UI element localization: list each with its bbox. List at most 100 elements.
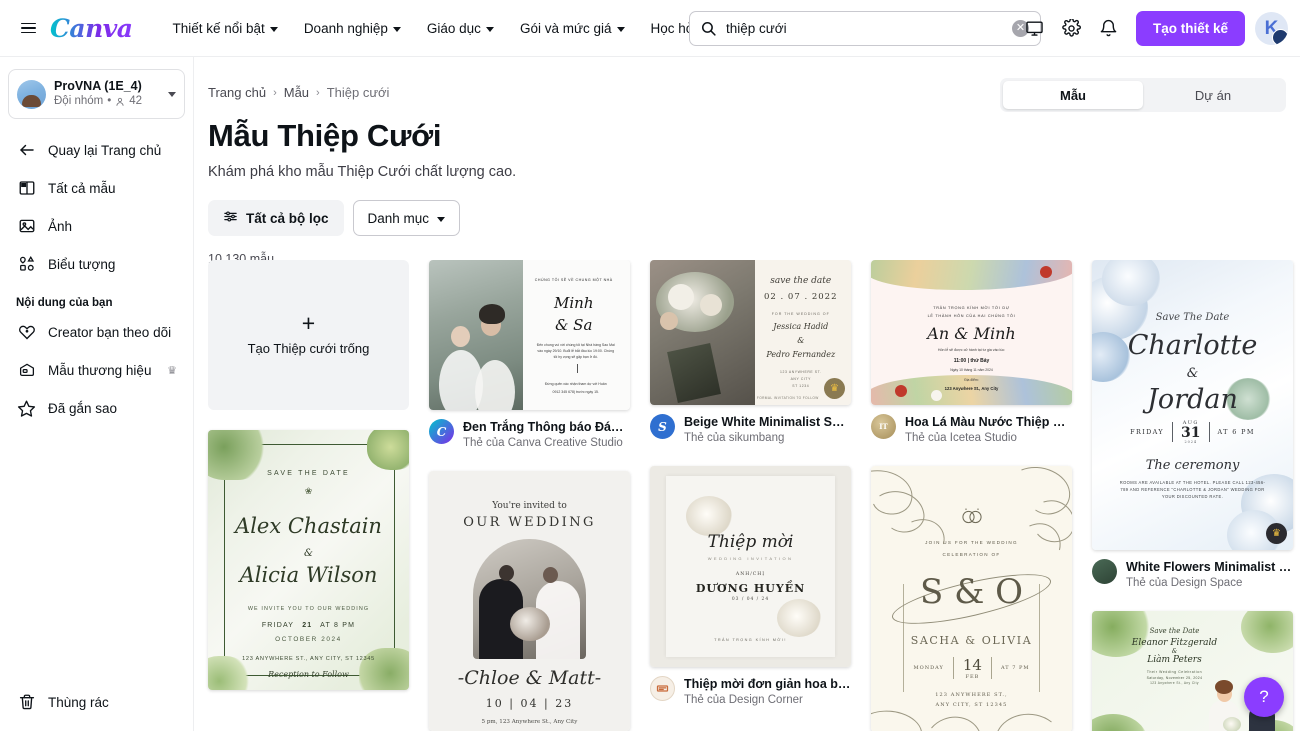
nav-label: Doanh nghiệp [303,20,388,36]
nav-item-business[interactable]: Doanh nghiệp [292,13,413,44]
template-author: Thẻ của Design Space [1126,577,1243,589]
art-weekday: FRIDAY [1130,428,1165,436]
nav-item-education[interactable]: Giáo dục [415,13,506,44]
template-artwork: Thiệp mời WEDDING INVITATION ANH/CHỊ DƯƠ… [650,466,851,667]
template-artwork: TRÂN TRỌNG KÍNH MỜI TỚI DỰ LỄ THÀNH HÔN … [871,260,1072,405]
nav-item-featured-design[interactable]: Thiết kế nổi bật [161,13,290,44]
art-time: AT 8 PM [320,622,356,629]
art-weekday: FRIDAY [261,622,295,629]
monitor-icon[interactable] [1018,12,1052,46]
template-card-minh-sa[interactable]: CHÚNG TÔI SẼ VỀ CHUNG MỘT NHÀ Minh & Sa … [429,260,630,451]
nav-item-pricing[interactable]: Gói và mức giá [508,13,637,44]
template-author: Thẻ của sikumbang [684,432,785,444]
art-for-label: FOR THE WEDDING OF [771,312,830,316]
art-footer-2: 0912 345 678) trước ngày 15. [552,390,599,394]
art-name-2: Alicia Wilson [239,563,378,587]
user-avatar[interactable]: K [1255,12,1288,45]
sidebar-item-back-home[interactable]: Quay lại Trang chủ [8,131,185,169]
main-nav-links: Thiết kế nổi bật Doanh nghiệp Giáo dục G… [161,13,722,44]
art-name-1: Jessica Hadid [773,322,829,331]
art-script: save the date [770,276,832,286]
tab-templates[interactable]: Mẫu [1003,81,1143,109]
team-meta: Đội nhóm • 42 [54,94,168,109]
art-place: 123 Anywhere St., Any City [944,386,999,391]
create-design-button[interactable]: Tạo thiết kế [1135,11,1245,46]
template-card-charlotte-jordan[interactable]: Save The Date Charlotte & Jordan FRIDAY … [1092,260,1293,591]
sidebar-item-trash[interactable]: Thùng rác [8,683,186,721]
nav-label: Thiết kế nổi bật [172,20,265,36]
template-meta-text: White Flowers Minimalist W... Thẻ của De… [1126,559,1293,591]
art-save-the-date: SAVE THE DATE [267,470,350,477]
sidebar-item-label: Thùng rác [48,694,109,710]
sidebar-item-all-templates[interactable]: Tất cả mẫu [8,169,185,207]
art-day: 31 [1181,425,1201,441]
sidebar-item-photos[interactable]: Ảnh [8,207,185,245]
art-address: 5 pm, 123 Anywhere St., Any City [481,719,578,725]
template-title: White Flowers Minimalist W... [1126,560,1293,574]
template-card-watercolor[interactable]: TRÂN TRỌNG KÍNH MỜI TỚI DỰ LỄ THÀNH HÔN … [871,260,1072,446]
sidebar-item-label: Creator bạn theo dõi [48,324,172,340]
template-card-alex-alicia[interactable]: SAVE THE DATE ❀ Alex Chastain & Alicia W… [208,430,409,690]
art-date: 03 / 04 / 24 [731,597,770,602]
template-author: Thẻ của Canva Creative Studio [463,437,623,449]
sidebar-item-creators-followed[interactable]: Creator bạn theo dõi [8,313,185,351]
all-filters-label: Tất cả bộ lọc [246,210,329,226]
template-card-sacha-olivia[interactable]: JOIN US FOR THE WEDDING CELEBRATION OF S… [871,466,1072,731]
breadcrumb-item-templates[interactable]: Mẫu [284,85,309,100]
template-card-chloe-matt[interactable]: You're invited to OUR WEDDING -Chloe & M… [429,471,630,731]
hamburger-menu-icon[interactable] [8,22,48,34]
breadcrumb-separator: › [273,86,277,99]
template-card-thiep-moi[interactable]: Thiệp mời WEDDING INVITATION ANH/CHỊ DƯƠ… [650,466,851,708]
chevron-down-icon [168,91,176,97]
left-sidebar: ProVNA (1E_4) Đội nhóm • 42 Quay lại Tra… [0,57,194,731]
art-ampersand: & [304,548,313,559]
all-filters-button[interactable]: Tất cả bộ lọc [208,200,344,236]
team-member-count: 42 [129,95,143,107]
grid-column-1: + Tạo Thiệp cưới trống SAVE THE DATE ❀ A… [208,260,409,731]
team-name: ProVNA (1E_4) [54,79,142,93]
canva-logo[interactable]: Canva [50,14,139,43]
shapes-icon [16,254,37,275]
template-author: Thẻ của Icetea Studio [905,432,1017,444]
breadcrumb-item-home[interactable]: Trang chủ [208,85,266,100]
art-to-label: ANH/CHỊ [735,572,766,577]
template-thumbnail: CHÚNG TÔI SẼ VỀ CHUNG MỘT NHÀ Minh & Sa … [429,260,630,410]
create-blank-card[interactable]: + Tạo Thiệp cưới trống [208,260,409,410]
team-separator: • [107,95,112,107]
pro-crown-badge: ♛ [1266,523,1287,544]
team-switcher[interactable]: ProVNA (1E_4) Đội nhóm • 42 [8,69,185,119]
template-artwork: SAVE THE DATE ❀ Alex Chastain & Alicia W… [208,430,409,690]
brand-icon [16,360,37,381]
author-avatar: C [429,419,454,444]
author-avatar-letter: IT [879,422,888,431]
template-meta: S Beige White Minimalist Save... Thẻ của… [650,414,851,446]
art-body: Đến chung vui với chúng tôi tại Nhà hàng… [536,343,615,359]
search-input[interactable] [726,21,1012,36]
templates-icon [16,178,37,199]
sidebar-item-label: Đã gắn sao [48,400,118,416]
template-author: Thẻ của Design Corner [684,694,803,706]
category-dropdown[interactable]: Danh mục [352,200,461,236]
art-line-1: TRÂN TRỌNG KÍNH MỜI TỚI DỰ [933,306,1010,310]
template-card-save-the-date[interactable]: save the date 02 . 07 . 2022 FOR THE WED… [650,260,851,446]
art-address-2: ANY CITY, ST 12345 [935,702,1008,708]
nav-label: Giáo dục [426,20,481,36]
art-footer-1: Đừng quên xác nhận tham dự với Huân [544,382,607,386]
author-avatar: S [650,414,675,439]
sidebar-item-icons[interactable]: Biểu tượng [8,245,185,283]
art-month: OCTOBER 2024 [275,636,342,643]
art-name-1: Charlotte [1127,330,1258,361]
bell-icon[interactable] [1092,12,1126,46]
gear-icon[interactable] [1055,12,1089,46]
star-icon [16,398,37,419]
sidebar-item-starred[interactable]: Đã gắn sao [8,389,185,427]
art-save-the-date: Save the Date [1149,627,1200,635]
tab-projects[interactable]: Dự án [1143,81,1283,109]
sidebar-item-brand-templates[interactable]: Mẫu thương hiệu ♛ [8,351,185,389]
art-place-label: Địa điểm: [964,378,979,382]
help-button[interactable]: ? [1244,677,1284,717]
grid-column-2: CHÚNG TÔI SẼ VỀ CHUNG MỘT NHÀ Minh & Sa … [429,260,630,731]
template-artwork: CHÚNG TÔI SẼ VỀ CHUNG MỘT NHÀ Minh & Sa … [429,260,630,410]
search-bar[interactable]: ✕ [689,11,1041,46]
art-line-2: LỄ THÀNH HÔN CỦA HAI CHÚNG TÔI [927,314,1016,318]
